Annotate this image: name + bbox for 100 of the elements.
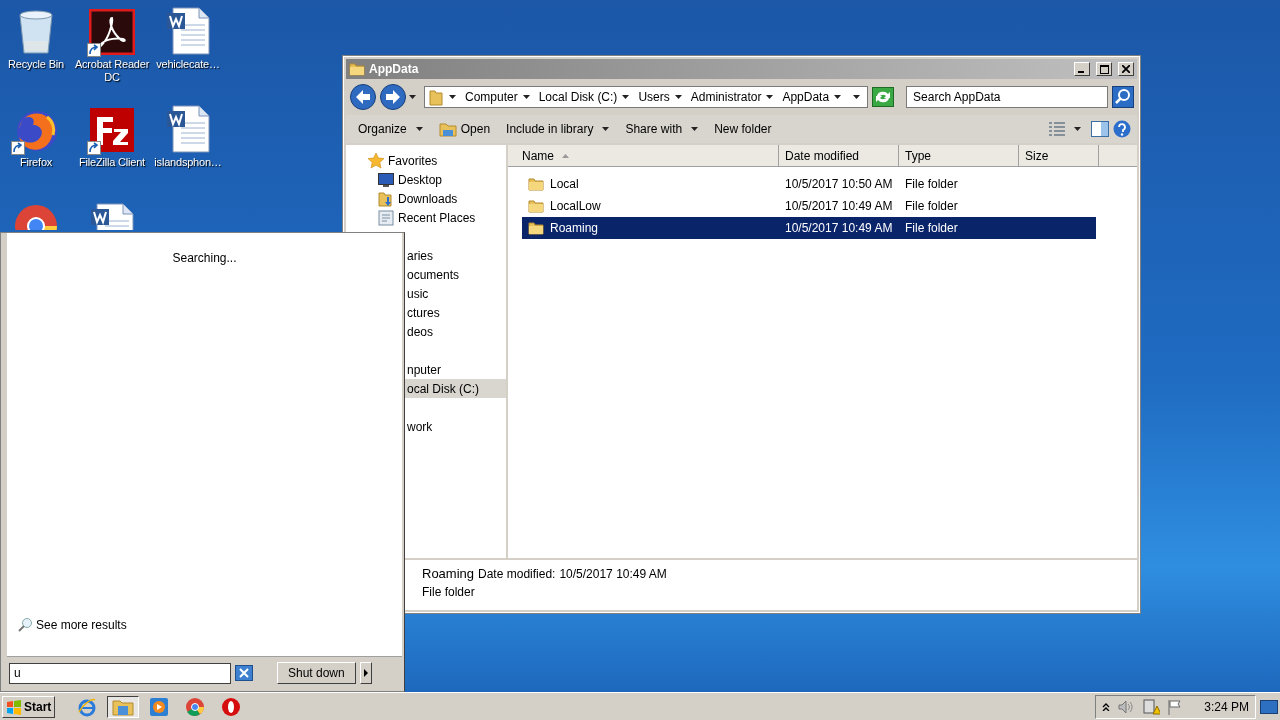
recent-places-icon: [378, 209, 394, 226]
table-cell: LocalLow: [550, 199, 601, 213]
window-title: AppData: [369, 62, 420, 76]
table-cell: File folder: [905, 221, 958, 235]
column-header[interactable]: Size: [1019, 145, 1099, 167]
icon-label: islandsphon…: [153, 156, 223, 169]
toolbar-button[interactable]: Share with: [619, 119, 705, 139]
nav-item[interactable]: Desktop: [346, 170, 506, 189]
toolbar-button[interactable]: Open: [432, 118, 497, 140]
folder-icon: [438, 121, 457, 137]
table-cell: 10/5/2017 10:49 AM: [785, 199, 893, 213]
address-bar[interactable]: Computer Local Disk (C:) Users Administrator AppData: [424, 86, 869, 108]
toolbar-button[interactable]: Include in library: [500, 119, 616, 139]
folder-icon: [528, 199, 544, 213]
table-cell: File folder: [905, 177, 958, 191]
item-type: File folder: [422, 585, 476, 599]
file-row[interactable]: LocalLow 10/5/2017 10:49 AM File folder: [522, 195, 1096, 217]
minimize-button[interactable]: [1074, 62, 1090, 76]
help-icon[interactable]: [1113, 120, 1131, 138]
column-header[interactable]: Type: [899, 145, 1019, 167]
speaker-icon[interactable]: [1118, 699, 1135, 714]
play-icon: [149, 696, 170, 717]
icon-label: vehiclecate…: [155, 58, 221, 71]
forward-button[interactable]: [379, 83, 407, 111]
icon-label: Acrobat Reader DC: [74, 58, 150, 84]
toolbar-button[interactable]: New folder: [708, 119, 778, 139]
caret-icon: [602, 127, 610, 131]
close-icon: [1122, 65, 1130, 73]
pdf-app-icon: [89, 9, 135, 55]
back-button[interactable]: [349, 83, 377, 111]
breadcrumb-item[interactable]: Computer: [462, 90, 533, 104]
breadcrumb-item[interactable]: Administrator: [687, 90, 777, 104]
nav-item[interactable]: Recent Places: [346, 208, 506, 227]
maximize-button[interactable]: [1096, 62, 1112, 76]
shut-down-button[interactable]: Shut down: [277, 662, 356, 684]
clock[interactable]: 3:24 PM: [1204, 699, 1249, 714]
nav-item[interactable]: Favorites: [346, 151, 506, 170]
server-app-icon: [89, 107, 135, 153]
search-field[interactable]: Search AppData: [906, 86, 1108, 108]
search-button[interactable]: [1112, 86, 1134, 108]
breadcrumb-item[interactable]: AppData: [779, 90, 845, 104]
search-field[interactable]: u: [9, 662, 231, 684]
browser-icon: [185, 696, 206, 717]
refresh-button[interactable]: [872, 87, 895, 107]
column-header[interactable]: Date modified: [779, 145, 899, 167]
caret-icon: [691, 127, 699, 131]
caret-icon: [622, 95, 630, 99]
icon-label: FileZilla Client: [78, 156, 146, 169]
star-icon: [368, 152, 384, 169]
date-value: 10/5/2017 10:49 AM: [559, 567, 667, 581]
table-cell: File folder: [905, 199, 958, 213]
caret-icon: [449, 95, 456, 99]
flag-icon[interactable]: [1168, 698, 1183, 715]
toolbar-button[interactable]: Organize: [352, 119, 429, 139]
maximize-icon: [1099, 64, 1109, 74]
caret-icon: [522, 95, 530, 99]
chevron-up-icon[interactable]: [1102, 702, 1111, 711]
breadcrumb-item[interactable]: Local Disk (C:): [535, 90, 633, 104]
start-button[interactable]: Start: [2, 695, 56, 718]
caret-icon: [415, 127, 423, 131]
date-label: Date modified:: [478, 567, 556, 581]
table-cell: Roaming: [550, 221, 599, 235]
table-cell: Local: [550, 177, 579, 191]
shutdown-options-button[interactable]: [359, 662, 372, 684]
column-header[interactable]: Name: [508, 145, 779, 167]
icon-label: Firefox: [18, 156, 54, 169]
table-cell: 10/5/2017 10:50 AM: [785, 177, 893, 191]
folder-icon: [429, 88, 443, 106]
searching-status: Searching...: [172, 251, 237, 265]
breadcrumb-item[interactable]: Users: [635, 90, 685, 104]
breadcrumb-caret[interactable]: [446, 95, 459, 99]
download-folder-icon: [378, 190, 394, 207]
see-more-results-link[interactable]: See more results: [11, 616, 133, 634]
nav-item[interactable]: Downloads: [346, 189, 506, 208]
opera-o-icon: [221, 696, 242, 717]
search-icon: [17, 617, 33, 633]
windows-logo-icon: [6, 698, 22, 715]
icon-label: Recycle Bin: [7, 58, 65, 71]
caret-icon: [853, 95, 861, 99]
network-warning-icon[interactable]: [1142, 698, 1161, 715]
file-row[interactable]: Local 10/5/2017 10:50 AM File folder: [522, 173, 1096, 195]
file-row[interactable]: Roaming 10/5/2017 10:49 AM File folder: [522, 217, 1096, 239]
folder-icon: [349, 62, 365, 76]
clear-search-button[interactable]: [235, 665, 253, 681]
caret-icon: [674, 95, 682, 99]
preview-pane-icon[interactable]: [1091, 121, 1109, 137]
caret-icon: [409, 95, 416, 99]
folder-icon: [528, 177, 544, 191]
close-button[interactable]: [1118, 62, 1134, 76]
list-view-icon: [1049, 122, 1065, 136]
caret-icon: [1074, 127, 1081, 131]
caret-icon: [834, 95, 842, 99]
triangle-icon: [363, 669, 368, 677]
folder-icon: [528, 221, 544, 235]
item-name: Roaming: [422, 566, 475, 581]
globe-e-icon: [77, 696, 98, 717]
show-desktop-button[interactable]: [1260, 699, 1278, 714]
caret-icon: [766, 95, 774, 99]
taskbar-app-button[interactable]: [107, 695, 140, 718]
table-cell: 10/5/2017 10:49 AM: [785, 221, 893, 235]
